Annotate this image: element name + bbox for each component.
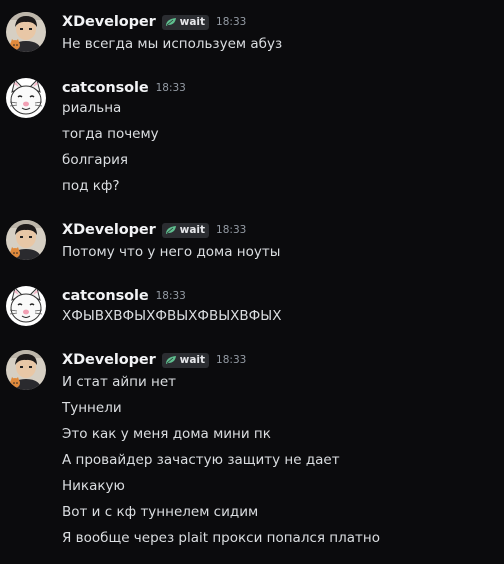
catconsole-avatar[interactable] bbox=[6, 286, 46, 326]
message-text: Это как у меня дома мини пк bbox=[62, 426, 271, 442]
catconsole-avatar[interactable] bbox=[6, 78, 46, 118]
message-text: Туннели bbox=[62, 400, 122, 416]
leaf-icon bbox=[165, 356, 176, 364]
message-header: XDeveloper wait 18:33 bbox=[62, 350, 246, 370]
tag-label: wait bbox=[179, 15, 206, 28]
message-text: тогда почему bbox=[62, 126, 159, 142]
message-text: болгария bbox=[62, 152, 129, 168]
leaf-icon bbox=[165, 226, 176, 234]
chat-messages: XDeveloper wait 18:33 Не всегда мы испол… bbox=[0, 0, 504, 564]
message-text: И стат айпи нет bbox=[62, 374, 177, 390]
tag-label: wait bbox=[179, 353, 206, 366]
user-tag: wait bbox=[161, 14, 210, 30]
username[interactable]: catconsole bbox=[62, 80, 149, 96]
username[interactable]: catconsole bbox=[62, 288, 149, 304]
message-text: Никакую bbox=[62, 478, 125, 494]
message-text: Не всегда мы используем абуз bbox=[62, 36, 283, 52]
timestamp[interactable]: 18:33 bbox=[216, 16, 246, 28]
username[interactable]: XDeveloper bbox=[62, 352, 156, 368]
message-text: Вот и с кф туннелем сидим bbox=[62, 504, 259, 520]
message-header: catconsole 18:33 bbox=[62, 286, 186, 306]
xdeveloper-avatar[interactable] bbox=[6, 220, 46, 260]
message-text: ХФЫВХВФЫХФВЫХФВЫХВФЫХ bbox=[62, 308, 282, 324]
username[interactable]: XDeveloper bbox=[62, 222, 156, 238]
timestamp[interactable]: 18:33 bbox=[156, 82, 186, 94]
username[interactable]: XDeveloper bbox=[62, 14, 156, 30]
user-tag: wait bbox=[161, 352, 210, 368]
timestamp[interactable]: 18:33 bbox=[216, 354, 246, 366]
message-text: риальна bbox=[62, 100, 122, 116]
message-header: catconsole 18:33 bbox=[62, 78, 186, 98]
message-text: Потому что у него дома ноуты bbox=[62, 244, 281, 260]
timestamp[interactable]: 18:33 bbox=[156, 290, 186, 302]
message-header: XDeveloper wait 18:33 bbox=[62, 12, 246, 32]
xdeveloper-avatar[interactable] bbox=[6, 12, 46, 52]
timestamp[interactable]: 18:33 bbox=[216, 224, 246, 236]
message-text: под кф? bbox=[62, 178, 120, 194]
user-tag: wait bbox=[161, 222, 210, 238]
message-header: XDeveloper wait 18:33 bbox=[62, 220, 246, 240]
tag-label: wait bbox=[179, 223, 206, 236]
message-text: Я вообще через plait прокси попался плат… bbox=[62, 530, 380, 546]
message-text: А провайдер зачастую защиту не дает bbox=[62, 452, 340, 468]
leaf-icon bbox=[165, 18, 176, 26]
xdeveloper-avatar[interactable] bbox=[6, 350, 46, 390]
